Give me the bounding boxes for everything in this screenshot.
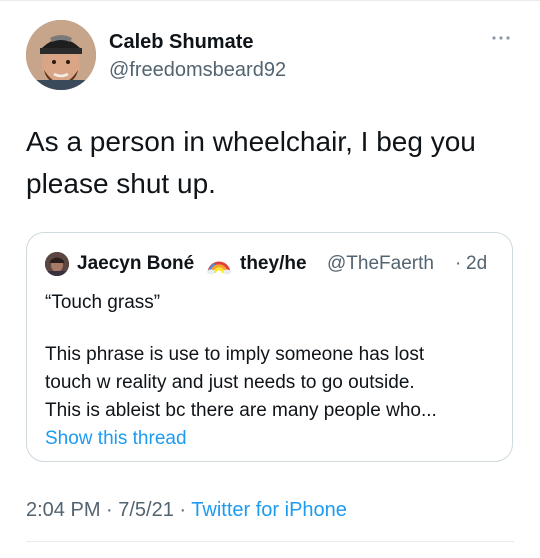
quoted-author-name[interactable]: Jaecyn Boné bbox=[77, 250, 194, 278]
author-handle[interactable]: @freedomsbeard92 bbox=[109, 59, 286, 82]
quoted-pronouns: they/he bbox=[240, 253, 307, 274]
quoted-tweet-header: Jaecyn Boné they/he @TheFaerth · 2d bbox=[45, 250, 505, 278]
show-thread-link[interactable]: Show this thread bbox=[45, 425, 187, 453]
avatar[interactable] bbox=[45, 252, 69, 276]
tweet-text: As a person in wheelchair, I beg you ple… bbox=[26, 126, 476, 199]
tweet-source-link[interactable]: Twitter for iPhone bbox=[191, 499, 347, 521]
quoted-body-line: This is ableist bc there are many people… bbox=[45, 400, 437, 421]
author-name[interactable]: Caleb Shumate bbox=[109, 31, 253, 54]
tweet-metadata: 2:04 PM · 7/5/21 · Twitter for iPhone bbox=[26, 496, 347, 524]
avatar-image bbox=[26, 20, 96, 90]
rainbow-icon bbox=[206, 253, 232, 275]
quoted-body-line: This phrase is use to imply someone has … bbox=[45, 344, 425, 365]
quoted-body-line: touch w reality and just needs to go out… bbox=[45, 372, 415, 393]
bottom-divider bbox=[26, 541, 514, 542]
tweet-header: Caleb Shumate @freedomsbeard92 bbox=[26, 20, 516, 92]
top-divider bbox=[0, 0, 540, 1]
more-options-icon[interactable] bbox=[486, 28, 516, 48]
quoted-tweet-title: “Touch grass” bbox=[45, 292, 161, 313]
separator-dot: · bbox=[455, 253, 462, 274]
tweet-timestamp[interactable]: 2:04 PM · 7/5/21 · bbox=[26, 499, 186, 521]
quoted-tweet-card[interactable]: Jaecyn Boné they/he @TheFaerth · 2d “Tou… bbox=[26, 232, 513, 462]
avatar[interactable] bbox=[26, 20, 96, 90]
quoted-tweet-body: This phrase is use to imply someone has … bbox=[45, 341, 505, 425]
quoted-timestamp[interactable]: 2d bbox=[466, 250, 487, 278]
engagement-strip-partial bbox=[26, 550, 506, 558]
quoted-author-handle[interactable]: @TheFaerth bbox=[327, 250, 434, 278]
